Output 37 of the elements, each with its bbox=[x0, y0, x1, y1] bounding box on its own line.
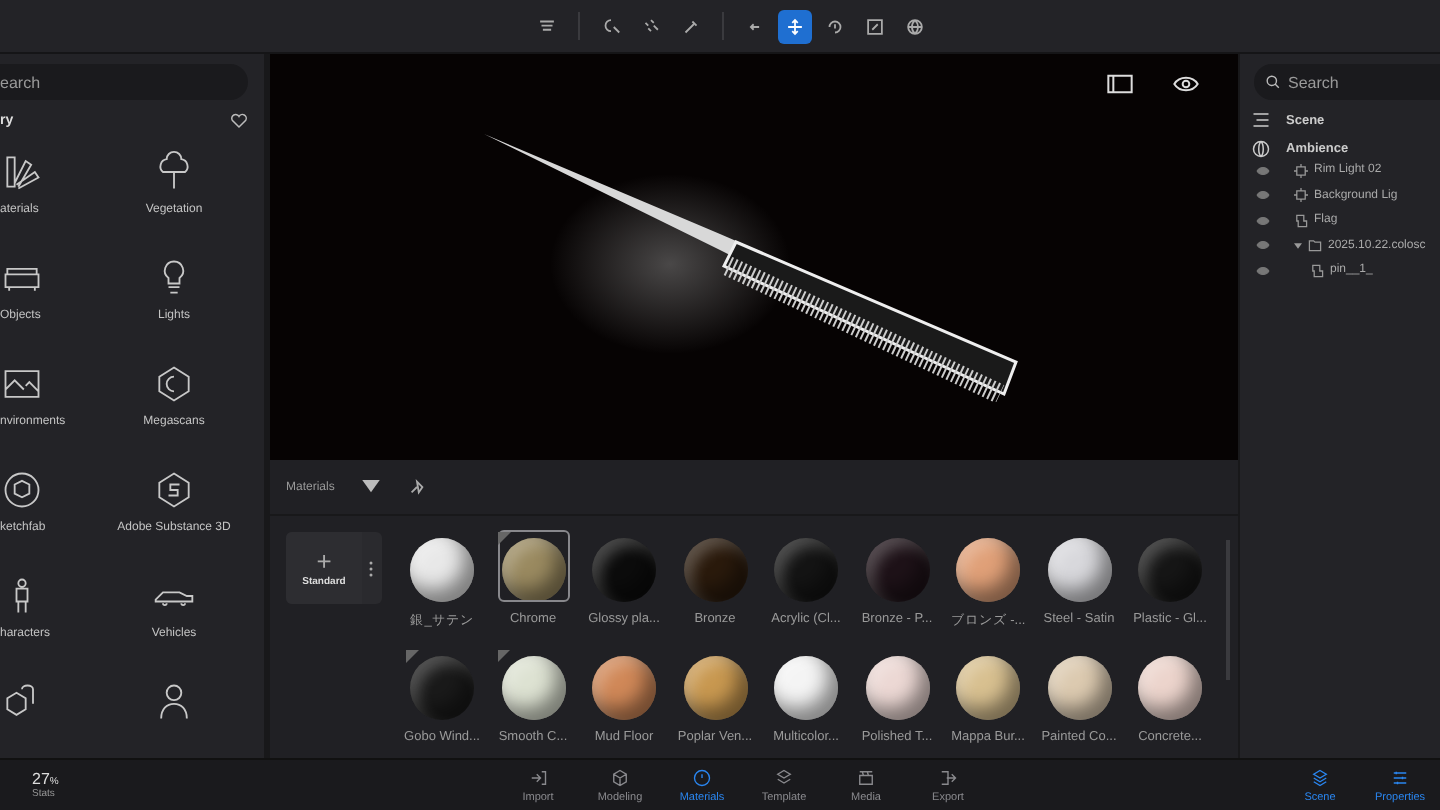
materials-icon bbox=[692, 767, 712, 787]
move-tool-button[interactable] bbox=[777, 9, 811, 43]
import-icon bbox=[528, 767, 548, 787]
globe-icon[interactable] bbox=[1252, 140, 1270, 158]
search-input[interactable]: Search bbox=[1287, 73, 1440, 91]
search-field[interactable]: earch bbox=[0, 64, 248, 100]
more-icon[interactable] bbox=[368, 559, 374, 577]
object-icon bbox=[1310, 263, 1324, 278]
rotate-icon bbox=[823, 15, 845, 37]
layers-icon bbox=[535, 15, 557, 37]
substance-icon[interactable] bbox=[152, 468, 196, 512]
properties-icon bbox=[1390, 767, 1410, 787]
search-input[interactable]: earch bbox=[0, 73, 248, 91]
swatch-icon[interactable] bbox=[0, 150, 44, 194]
light-icon bbox=[1294, 163, 1308, 178]
megascans-icon[interactable] bbox=[152, 362, 196, 406]
globe-icon bbox=[903, 15, 925, 37]
object-icon bbox=[1294, 213, 1308, 228]
move-icon bbox=[783, 15, 805, 37]
folder-icon bbox=[1308, 238, 1322, 253]
heart-icon[interactable] bbox=[230, 112, 248, 130]
template-icon bbox=[774, 767, 794, 787]
search-icon bbox=[1266, 74, 1280, 90]
scene-icon bbox=[1310, 767, 1330, 787]
list-icon[interactable] bbox=[1252, 112, 1270, 128]
scale-icon bbox=[863, 15, 885, 37]
search-field[interactable]: Search bbox=[1254, 64, 1440, 100]
caret-icon[interactable] bbox=[1294, 241, 1302, 250]
media-icon bbox=[856, 767, 876, 787]
scatter-icon bbox=[639, 15, 661, 37]
export-icon bbox=[938, 767, 958, 787]
shapes-icon bbox=[599, 15, 621, 37]
light-icon bbox=[1294, 188, 1308, 203]
panel-toggle-icon[interactable] bbox=[1106, 74, 1134, 94]
cube-icon[interactable] bbox=[0, 468, 44, 512]
filter-icon[interactable] bbox=[362, 480, 381, 494]
modeling-icon bbox=[610, 767, 630, 787]
